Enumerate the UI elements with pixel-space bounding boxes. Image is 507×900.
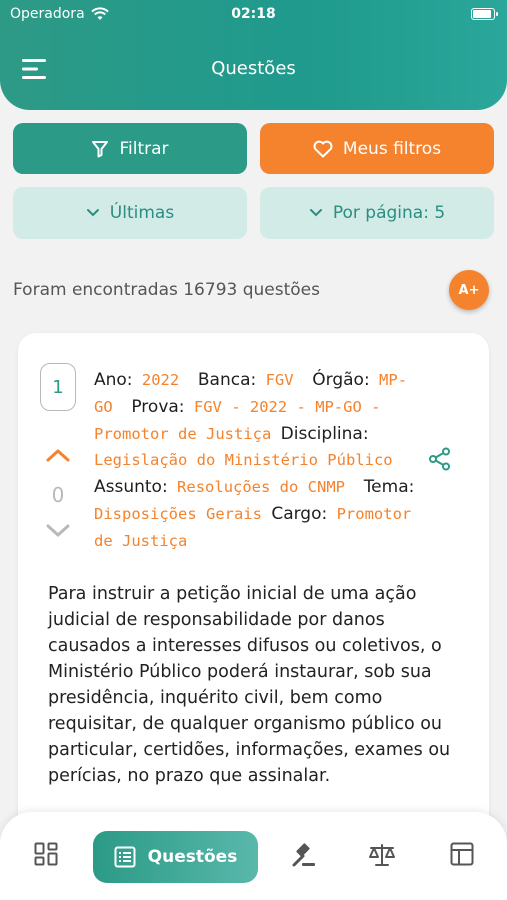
heart-icon [313,140,333,157]
filter-button[interactable]: Filtrar [13,123,247,174]
question-number: 1 [40,363,76,411]
cargo-label: Cargo: [271,503,328,524]
bottom-navigation: Questões [0,812,507,900]
orgao-label: Órgão: [312,370,370,390]
downvote-button[interactable] [45,523,71,543]
sort-dropdown[interactable]: Últimas [13,187,247,239]
ano-label: Ano: [94,370,133,390]
nav-dashboard[interactable] [34,842,58,870]
vote-count: 0 [51,483,65,507]
chevron-up-icon [46,449,70,462]
disciplina-label: Disciplina: [280,423,369,444]
per-page-dropdown[interactable]: Por página: 5 [260,187,494,239]
status-bar: Operadora 02:18 [0,0,507,30]
assunto-label: Assunto: [94,477,168,498]
scale-icon [369,844,395,866]
assunto-value[interactable]: Resoluções do CNMP [177,478,345,496]
nav-questions-label: Questões [147,847,238,867]
results-count: Foram encontradas 16793 questões [13,280,320,300]
tema-label: Tema: [363,477,415,498]
question-card: 1 0 Ano: 2022 Banca: FGV Órgão: MP-GO Pr… [18,333,489,853]
question-statement: Para instruir a petição inicial de uma a… [48,584,451,786]
font-size-button[interactable]: A+ [449,270,489,310]
per-page-label: Por página: 5 [332,203,446,223]
question-metadata: Ano: 2022 Banca: FGV Órgão: MP-GO Prova:… [94,367,424,555]
chevron-down-icon [86,209,99,217]
app-header: Operadora 02:18 Questões [0,0,507,110]
chevron-down-icon [309,209,322,217]
questions-icon [114,846,136,868]
nav-questions[interactable]: Questões [93,831,258,883]
banca-value[interactable]: FGV [266,371,294,389]
battery-icon [471,8,498,20]
disciplina-value[interactable]: Legislação do Ministério Público [94,451,393,469]
dashboard-icon [34,842,58,866]
nav-table[interactable] [450,842,474,870]
table-icon [450,842,474,866]
ano-value[interactable]: 2022 [142,371,179,389]
share-button[interactable] [428,447,452,475]
share-icon [429,447,450,471]
tema-value[interactable]: Disposições Gerais [94,505,262,523]
sort-label: Últimas [109,203,175,223]
filter-label: Filtrar [119,138,169,159]
nav-scale[interactable] [368,842,396,872]
my-filters-button[interactable]: Meus filtros [260,123,494,174]
funnel-icon [92,140,109,157]
prova-label: Prova: [131,396,185,417]
nav-gavel[interactable] [290,842,316,872]
upvote-button[interactable] [45,447,71,467]
chevron-down-icon [46,524,70,537]
banca-label: Banca: [197,370,257,390]
gavel-icon [292,843,315,867]
my-filters-label: Meus filtros [342,138,442,159]
page-title: Questões [211,58,296,79]
clock: 02:18 [231,6,276,22]
